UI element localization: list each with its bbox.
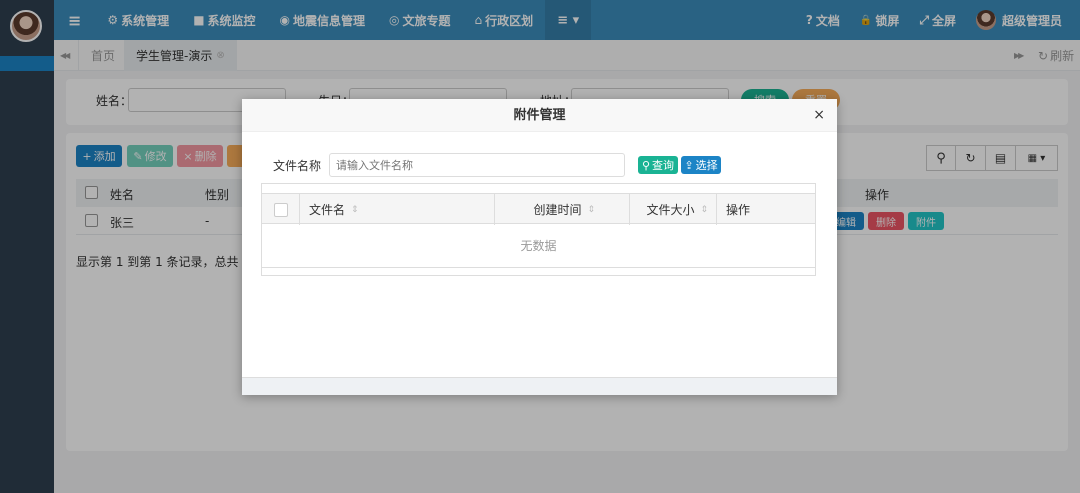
attachment-table-header: 文件名 ⇕ 创建时间 ⇕ 文件大小 ⇕ 操作	[262, 193, 815, 225]
sort-icon: ⇕	[700, 204, 708, 215]
select-file-button[interactable]: ⇪ 选择	[681, 156, 721, 174]
col-operation: 操作	[726, 203, 751, 217]
sort-icon: ⇕	[351, 204, 359, 215]
search-icon: ⚲	[641, 158, 651, 172]
col-created-time[interactable]: 创建时间 ⇕	[495, 194, 630, 225]
file-name-input[interactable]	[329, 153, 625, 177]
modal-footer	[242, 377, 837, 395]
col-file-name[interactable]: 文件名 ⇕	[300, 194, 495, 225]
empty-state: 无数据	[262, 224, 815, 268]
col-file-size[interactable]: 文件大小 ⇕	[630, 194, 717, 225]
upload-icon: ⇪	[684, 158, 694, 172]
file-name-label: 文件名称	[273, 159, 322, 173]
sort-icon: ⇕	[587, 204, 595, 215]
modal-title: 附件管理	[513, 108, 566, 123]
col-select	[262, 194, 300, 225]
attachment-select-all-checkbox[interactable]	[273, 202, 288, 217]
attachment-table: 文件名 ⇕ 创建时间 ⇕ 文件大小 ⇕ 操作 无数据	[261, 183, 816, 276]
query-button[interactable]: ⚲ 查询	[638, 156, 678, 174]
modal-header: 附件管理 ×	[242, 99, 837, 132]
attachment-modal: 附件管理 × 文件名称 ⚲查询 ⇪选择 文件名⇕ 创建时间⇕ 文件大小⇕ 操作	[242, 99, 837, 395]
close-icon[interactable]: ×	[813, 107, 825, 123]
